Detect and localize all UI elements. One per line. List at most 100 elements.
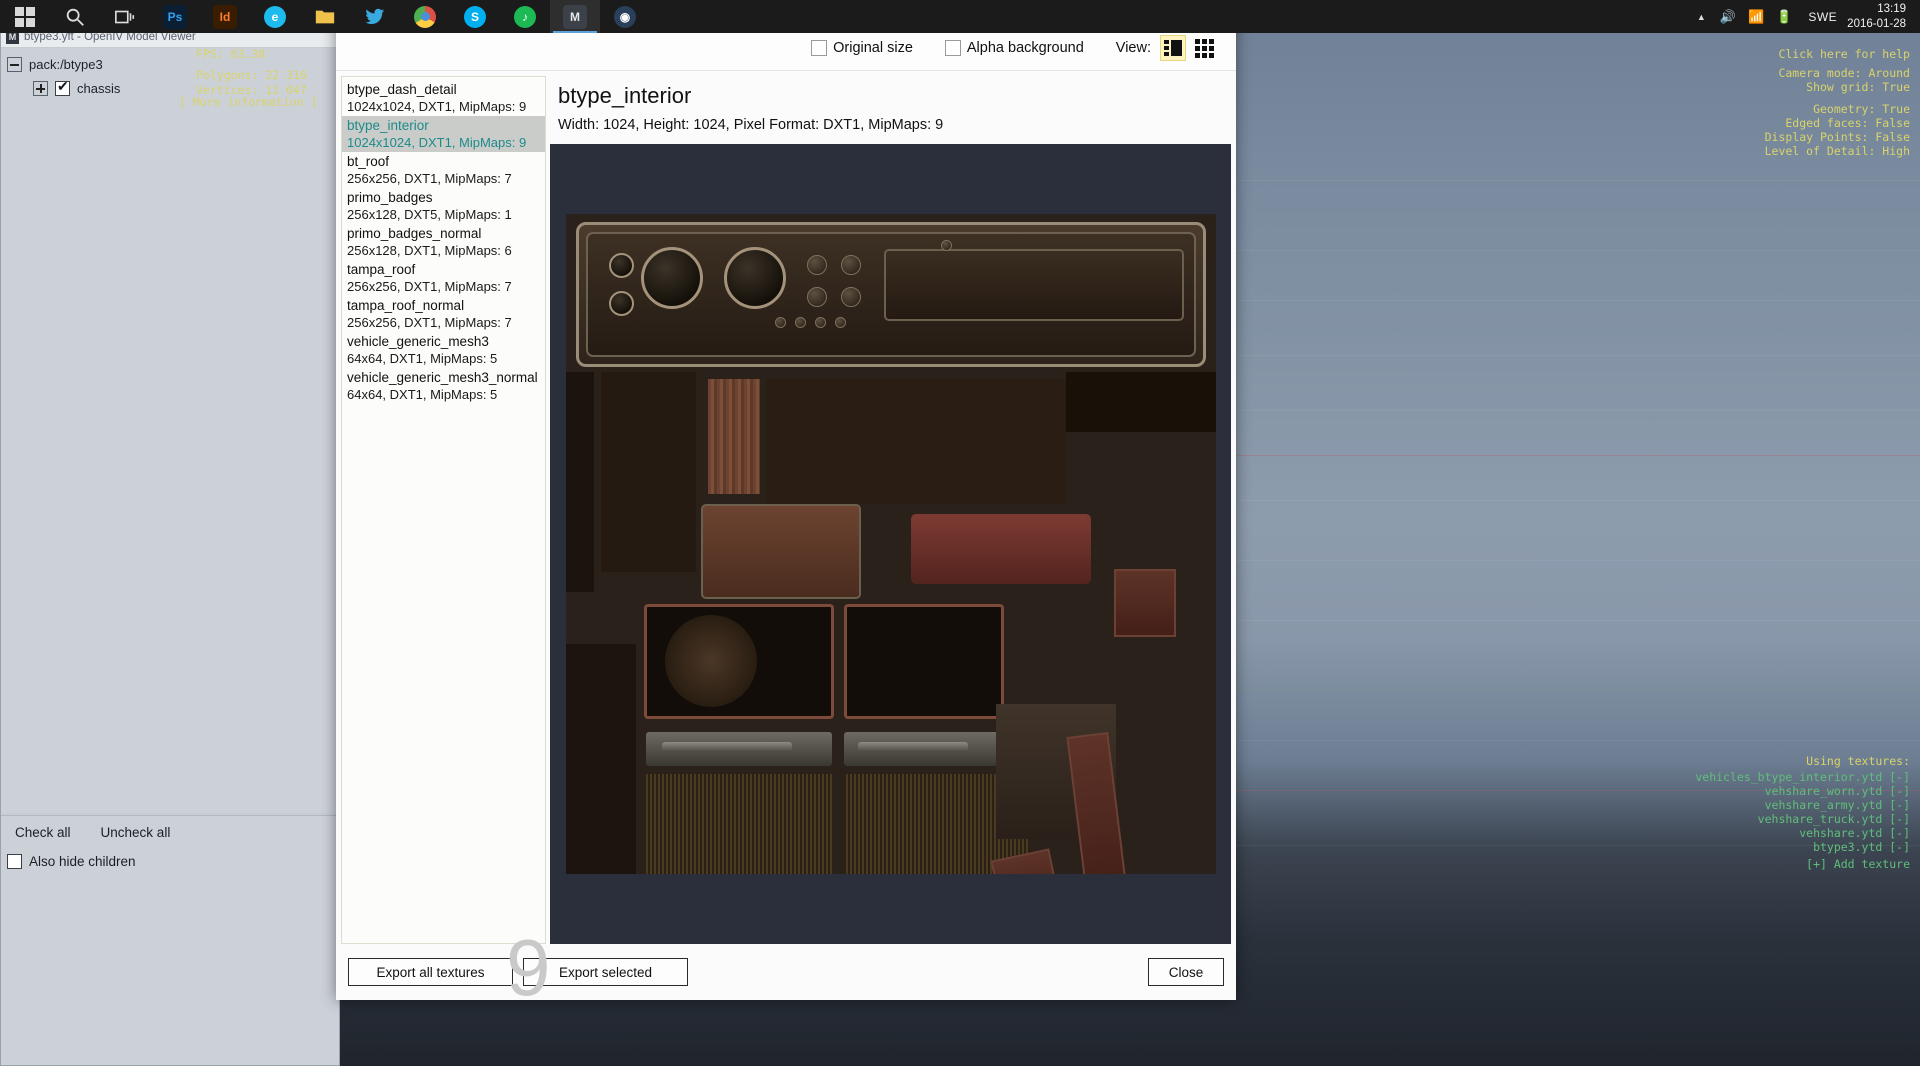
alpha-background-checkbox[interactable] — [944, 40, 961, 56]
overlay-help-link[interactable]: Click here for help — [1778, 47, 1910, 62]
export-selected-button[interactable]: Export selected — [523, 958, 688, 986]
dialog-body: btype_dash_detail 1024x1024, DXT1, MipMa… — [336, 71, 1236, 1012]
search-icon — [66, 8, 84, 26]
texture-meta: 256x256, DXT1, MipMaps: 7 — [347, 171, 512, 186]
dialog-footer: Export all textures Export selected Clos… — [336, 944, 1236, 1000]
chassis-checkbox[interactable] — [55, 79, 70, 96]
taskbar-app-chrome[interactable] — [400, 0, 450, 33]
texture-meta: 1024x1024, DXT1, MipMaps: 9 — [347, 99, 527, 114]
taskbar-app-explorer[interactable] — [300, 0, 350, 33]
texture-list-item[interactable]: btype_dash_detail 1024x1024, DXT1, MipMa… — [342, 80, 545, 116]
export-all-textures-button[interactable]: Export all textures — [348, 958, 513, 986]
detail-texture-name: btype_interior — [558, 83, 692, 108]
texture-name: vehicle_generic_mesh3 — [347, 334, 489, 349]
taskbar-app-model-viewer[interactable]: M — [550, 0, 600, 33]
texture-list-item[interactable]: primo_badges_normal 256x128, DXT1, MipMa… — [342, 224, 545, 260]
texture-meta: 256x128, DXT1, MipMaps: 6 — [347, 243, 512, 258]
start-button[interactable] — [0, 0, 50, 33]
model-tree: pack:/btype3 chassis — [1, 48, 339, 813]
grid-view-icon — [1194, 38, 1214, 58]
uncheck-all-link[interactable]: Uncheck all — [101, 825, 171, 840]
indesign-icon: Id — [213, 4, 237, 29]
texture-meta: 256x128, DXT5, MipMaps: 1 — [347, 207, 512, 222]
system-tray: ▲ 🔊 📶 🔋 SWE 13:19 2016-01-28 — [1689, 0, 1920, 33]
texture-name: tampa_roof_normal — [347, 298, 465, 313]
overlay-texture-entry[interactable]: btype3.ytd [-] — [1813, 840, 1910, 855]
texture-list-item[interactable]: tampa_roof_normal 256x256, DXT1, MipMaps… — [342, 296, 545, 332]
tray-chevron-icon[interactable]: ▲ — [1697, 12, 1706, 22]
taskbar-app-twitter[interactable] — [350, 0, 400, 33]
texture-preview-area[interactable] — [550, 144, 1231, 944]
tree-item-label: chassis — [77, 81, 121, 96]
original-size-checkbox-row[interactable]: Original size — [811, 40, 913, 56]
expand-icon[interactable] — [33, 81, 48, 96]
overlay-using-textures-header: Using textures: — [1806, 754, 1910, 768]
taskbar-app-skype[interactable]: S — [450, 0, 500, 33]
original-size-label: Original size — [833, 40, 913, 56]
steam-icon: ◉ — [614, 5, 636, 28]
openiv-icon: M — [563, 4, 587, 29]
overlay-polygons: Polygons: 22 316 — [196, 68, 307, 82]
check-all-link[interactable]: Check all — [15, 825, 71, 840]
texture-name: vehicle_generic_mesh3_normal — [347, 370, 538, 385]
tree-item-label: pack:/btype3 — [29, 57, 103, 72]
grid-view-button[interactable] — [1191, 35, 1217, 61]
search-button[interactable] — [50, 0, 100, 33]
texture-list-item[interactable]: bt_roof 256x256, DXT1, MipMaps: 7 — [342, 152, 545, 188]
overlay-add-texture-link[interactable]: [+] Add texture — [1806, 857, 1910, 872]
windows-logo-icon — [15, 6, 35, 27]
volume-icon[interactable]: 🔊 — [1720, 9, 1736, 25]
texture-viewer-dialog: – ❐ ✕ Original size Alpha background Vie… — [336, 0, 1236, 1012]
screen-root: M btype3.yft - OpenIV Model Viewer pack:… — [0, 0, 1920, 1066]
detail-texture-meta: Width: 1024, Height: 1024, Pixel Format:… — [558, 117, 944, 133]
overlay-more-info[interactable]: [ More information ] — [179, 95, 317, 110]
texture-list-item[interactable]: vehicle_generic_mesh3 64x64, DXT1, MipMa… — [342, 332, 545, 368]
alpha-background-checkbox-row[interactable]: Alpha background — [944, 40, 1084, 56]
collapse-icon[interactable] — [7, 57, 22, 72]
clock[interactable]: 13:19 2016-01-28 — [1847, 2, 1916, 31]
photoshop-icon: Ps — [163, 4, 187, 29]
list-view-icon — [1164, 40, 1182, 56]
taskbar-app-photoshop[interactable]: Ps — [150, 0, 200, 33]
taskbar-app-spotify[interactable]: ♪ — [500, 0, 550, 33]
clock-time: 13:19 — [1877, 3, 1906, 16]
close-dialog-button[interactable]: Close — [1148, 958, 1224, 986]
also-hide-children-checkbox[interactable] — [7, 854, 22, 869]
skype-icon: S — [464, 5, 486, 28]
texture-list-item[interactable]: tampa_roof 256x256, DXT1, MipMaps: 7 — [342, 260, 545, 296]
view-label: View: — [1115, 40, 1151, 56]
texture-meta: 1024x1024, DXT1, MipMaps: 9 — [347, 135, 527, 150]
folder-icon — [315, 10, 335, 23]
texture-list-item-selected[interactable]: btype_interior 1024x1024, DXT1, MipMaps:… — [342, 116, 545, 152]
texture-meta: 64x64, DXT1, MipMaps: 5 — [347, 387, 498, 402]
language-indicator[interactable]: SWE — [1808, 10, 1837, 24]
network-icon[interactable]: 📶 — [1748, 9, 1764, 25]
taskbar-app-steam[interactable]: ◉ — [600, 0, 650, 33]
alpha-background-label: Alpha background — [966, 40, 1084, 56]
texture-meta: 256x256, DXT1, MipMaps: 7 — [347, 315, 512, 330]
chrome-icon — [414, 5, 436, 28]
windows-taskbar: Ps Id e S ♪ M ◉ ▲ 🔊 📶 🔋 SWE 13:19 2016-0… — [0, 0, 1920, 33]
texture-name: bt_roof — [347, 154, 390, 169]
original-size-checkbox[interactable] — [811, 40, 828, 56]
texture-list-item[interactable]: primo_badges 256x128, DXT5, MipMaps: 1 — [342, 188, 545, 224]
taskbar-app-edge[interactable]: e — [250, 0, 300, 33]
texture-detail-pane: btype_interior Width: 1024, Height: 1024… — [546, 71, 1236, 944]
taskbar-app-indesign[interactable]: Id — [200, 0, 250, 33]
texture-name: tampa_roof — [347, 262, 416, 277]
texture-name: primo_badges_normal — [347, 226, 482, 241]
texture-preview-image — [565, 214, 1216, 874]
model-viewer-bottom-bar: Check all Uncheck all Also hide children — [1, 815, 339, 1065]
texture-list-item[interactable]: vehicle_generic_mesh3_normal 64x64, DXT1… — [342, 368, 545, 404]
also-hide-children-label: Also hide children — [29, 854, 136, 869]
spotify-icon: ♪ — [514, 5, 536, 28]
overlay-show-grid: Show grid: True — [1806, 80, 1910, 94]
list-view-button[interactable] — [1160, 35, 1186, 61]
preview-dashboard — [575, 222, 1206, 367]
texture-list[interactable]: btype_dash_detail 1024x1024, DXT1, MipMa… — [341, 76, 551, 1012]
battery-icon[interactable]: 🔋 — [1776, 9, 1792, 25]
mipmap-level-watermark: 9 — [506, 923, 551, 1012]
overlay-level-of-detail: Level of Detail: High — [1764, 144, 1910, 158]
task-view-button[interactable] — [100, 0, 150, 33]
edge-icon: e — [264, 5, 286, 28]
